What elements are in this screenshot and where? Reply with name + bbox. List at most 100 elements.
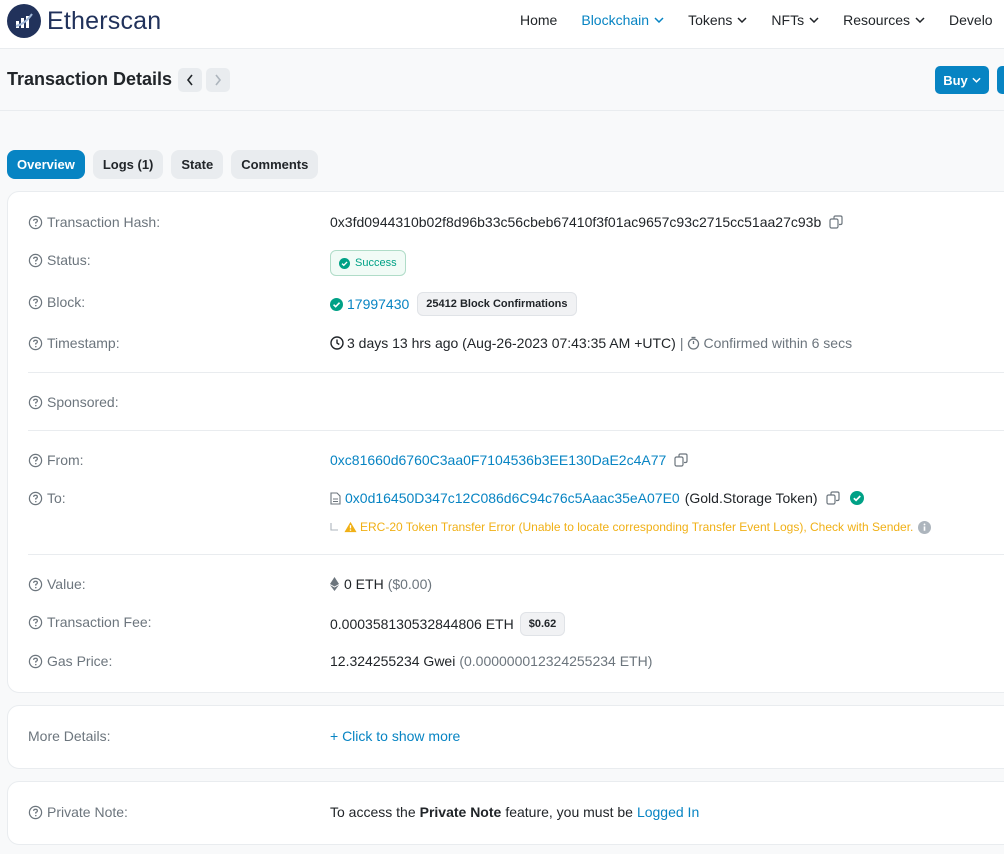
to-warning-row: ERC-20 Token Transfer Error (Unable to l… bbox=[330, 520, 932, 534]
next-tx-button[interactable] bbox=[206, 68, 230, 92]
verified-check-icon bbox=[849, 491, 864, 505]
fee-row: 0.000358130532844806 ETH $0.62 bbox=[330, 612, 566, 636]
detail-tabs: Overview Logs (1) State Comments bbox=[7, 150, 326, 179]
value-eth: 0 ETH bbox=[344, 576, 384, 592]
block-number-link[interactable]: 17997430 bbox=[347, 296, 409, 312]
divider bbox=[28, 430, 1004, 431]
question-icon[interactable] bbox=[28, 615, 43, 630]
question-icon[interactable] bbox=[28, 395, 43, 410]
fee-label: Transaction Fee: bbox=[47, 614, 152, 630]
timestamp-value: 3 days 13 hrs ago (Aug-26-2023 07:43:35 … bbox=[347, 335, 676, 351]
private-note-card: Private Note: To access the Private Note… bbox=[7, 781, 1004, 845]
private-note-row: To access the Private Note feature, you … bbox=[330, 804, 699, 820]
sponsored-label-row: Sponsored: bbox=[28, 394, 119, 410]
question-icon[interactable] bbox=[28, 491, 43, 506]
copy-icon[interactable] bbox=[674, 453, 688, 467]
from-label: From: bbox=[47, 452, 84, 468]
status-label-row: Status: bbox=[28, 252, 91, 268]
block-label-row: Block: bbox=[28, 294, 85, 310]
tab-overview[interactable]: Overview bbox=[7, 150, 85, 179]
fee-usd-badge: $0.62 bbox=[519, 612, 566, 636]
value-label: Value: bbox=[47, 576, 86, 592]
question-icon[interactable] bbox=[28, 577, 43, 592]
tx-hash-row: 0x3fd0944310b02f8d96b33c56cbeb67410f3f01… bbox=[330, 214, 843, 230]
show-more-link[interactable]: + Click to show more bbox=[330, 728, 460, 744]
copy-icon[interactable] bbox=[825, 491, 840, 505]
check-circle-icon bbox=[330, 297, 343, 311]
block-confirmations-badge: 25412 Block Confirmations bbox=[417, 292, 577, 316]
to-warning-text: ERC-20 Token Transfer Error (Unable to l… bbox=[360, 520, 914, 534]
private-note-text-before: To access the bbox=[330, 804, 416, 820]
timestamp-row: 3 days 13 hrs ago (Aug-26-2023 07:43:35 … bbox=[330, 335, 852, 351]
corner-arrow-icon bbox=[330, 523, 338, 531]
top-navbar: Etherscan Home Blockchain Tokens NFTs Re… bbox=[0, 0, 1004, 49]
nav-blockchain-label: Blockchain bbox=[581, 12, 650, 28]
etherscan-logo-icon bbox=[7, 4, 41, 38]
nav-resources[interactable]: Resources bbox=[843, 12, 925, 28]
to-label: To: bbox=[47, 490, 66, 506]
timestamp-label: Timestamp: bbox=[47, 335, 120, 351]
nav-tokens-label: Tokens bbox=[688, 12, 733, 28]
value-label-row: Value: bbox=[28, 576, 86, 592]
chevron-down-icon bbox=[915, 17, 925, 23]
question-icon[interactable] bbox=[28, 453, 43, 468]
nav-home-label: Home bbox=[520, 12, 558, 28]
question-icon[interactable] bbox=[28, 253, 43, 268]
from-address-link[interactable]: 0xc81660d6760C3aa0F7104536b3EE130DaE2c4A… bbox=[330, 452, 666, 468]
value-row: 0 ETH ($0.00) bbox=[330, 576, 432, 592]
status-row: Success bbox=[330, 250, 406, 276]
sponsored-label: Sponsored: bbox=[47, 394, 119, 410]
tab-logs[interactable]: Logs (1) bbox=[92, 150, 164, 179]
question-icon[interactable] bbox=[28, 336, 43, 351]
nav-home[interactable]: Home bbox=[520, 12, 557, 28]
question-icon[interactable] bbox=[28, 215, 43, 230]
tx-hash-label-row: Transaction Hash: bbox=[28, 214, 160, 230]
chevron-down-icon bbox=[737, 17, 747, 23]
from-label-row: From: bbox=[28, 452, 84, 468]
question-icon[interactable] bbox=[28, 654, 43, 669]
nav-nfts-label: NFTs bbox=[771, 12, 805, 28]
exchange-button[interactable] bbox=[997, 66, 1004, 94]
private-note-label: Private Note: bbox=[47, 804, 128, 820]
more-details-card: More Details: + Click to show more bbox=[7, 705, 1004, 769]
nav-developers-label: Develo bbox=[949, 12, 993, 28]
transaction-details-card: Transaction Hash: 0x3fd0944310b02f8d96b3… bbox=[7, 191, 1004, 693]
etherscan-logo[interactable]: Etherscan bbox=[7, 4, 161, 38]
divider bbox=[28, 372, 1004, 373]
tx-hash-value: 0x3fd0944310b02f8d96b33c56cbeb67410f3f01… bbox=[330, 214, 822, 230]
private-note-bold: Private Note bbox=[419, 804, 502, 820]
timestamp-label-row: Timestamp: bbox=[28, 335, 120, 351]
nav-tokens[interactable]: Tokens bbox=[688, 12, 747, 28]
nav-nfts[interactable]: NFTs bbox=[771, 12, 819, 28]
confirmed-within: Confirmed within 6 secs bbox=[703, 335, 853, 351]
tab-comments[interactable]: Comments bbox=[231, 150, 319, 179]
more-details-label: More Details: bbox=[28, 728, 111, 744]
gas-label-row: Gas Price: bbox=[28, 653, 112, 669]
status-label: Status: bbox=[47, 252, 91, 268]
timestamp-separator: | bbox=[679, 335, 684, 351]
info-icon[interactable] bbox=[918, 520, 932, 534]
chevron-right-icon bbox=[215, 74, 222, 86]
nav-blockchain[interactable]: Blockchain bbox=[581, 12, 664, 28]
to-address-link[interactable]: 0x0d16450D347c12C086d6C94c76c5Aaac35eA07… bbox=[345, 490, 680, 506]
question-icon[interactable] bbox=[28, 805, 43, 820]
block-row: 17997430 25412 Block Confirmations bbox=[330, 292, 577, 316]
buy-button[interactable]: Buy bbox=[935, 66, 989, 94]
stopwatch-icon bbox=[688, 336, 700, 350]
to-label-row: To: bbox=[28, 490, 66, 506]
question-icon[interactable] bbox=[28, 295, 43, 310]
tab-state[interactable]: State bbox=[171, 150, 224, 179]
from-row: 0xc81660d6760C3aa0F7104536b3EE130DaE2c4A… bbox=[330, 452, 688, 468]
prev-tx-button[interactable] bbox=[178, 68, 202, 92]
clock-icon bbox=[330, 336, 344, 350]
chevron-down-icon bbox=[809, 17, 819, 23]
fee-label-row: Transaction Fee: bbox=[28, 614, 152, 630]
logged-in-link[interactable]: Logged In bbox=[637, 804, 699, 820]
page-header: Transaction Details Buy bbox=[0, 48, 1004, 111]
chevron-down-icon bbox=[654, 17, 664, 23]
copy-icon[interactable] bbox=[829, 215, 843, 229]
warning-icon bbox=[344, 521, 357, 533]
gas-eth: (0.000000012324255234 ETH) bbox=[459, 653, 653, 669]
divider bbox=[28, 554, 1004, 555]
nav-developers[interactable]: Develo bbox=[949, 12, 993, 28]
